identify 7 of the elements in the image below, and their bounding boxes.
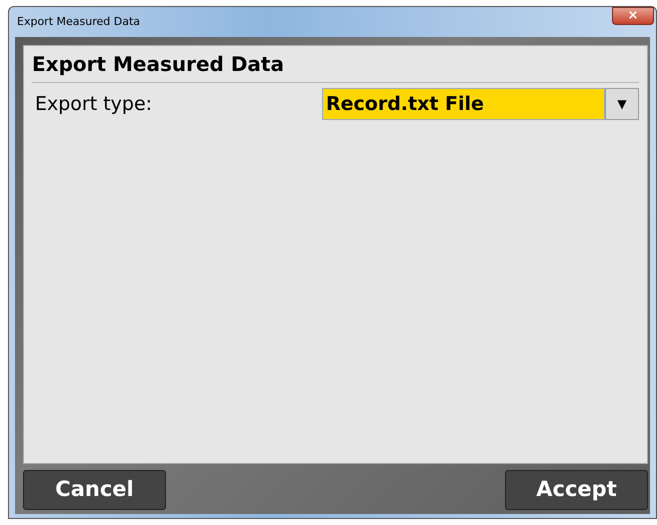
cancel-button[interactable]: Cancel xyxy=(23,470,166,510)
dropdown-field[interactable]: Record.txt File xyxy=(322,88,605,120)
panel-heading: Export Measured Data xyxy=(32,46,639,83)
dropdown-button[interactable]: ▼ xyxy=(605,88,639,120)
window-title: Export Measured Data xyxy=(17,14,140,30)
accept-button[interactable]: Accept xyxy=(505,470,648,510)
field-label: Export type: xyxy=(35,92,152,117)
